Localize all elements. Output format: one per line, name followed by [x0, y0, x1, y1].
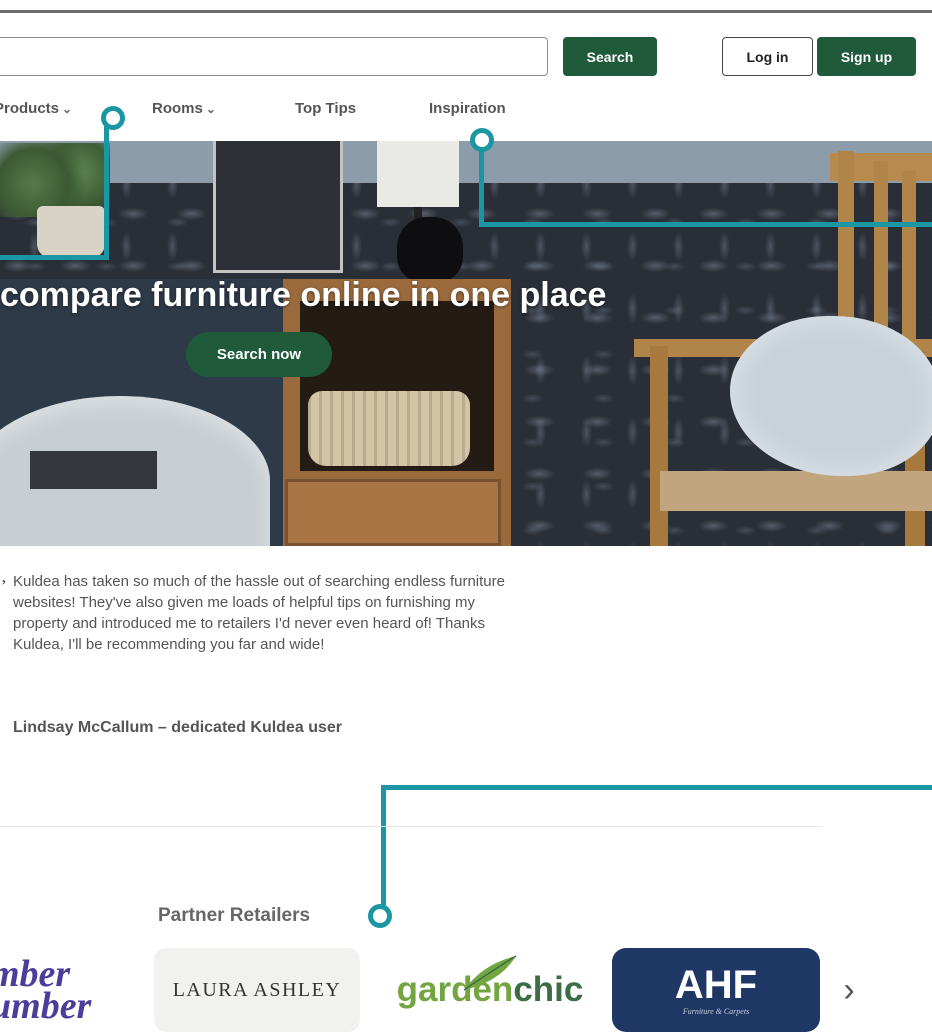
partner-logo-lumber[interactable]: mber umber	[0, 948, 130, 1032]
search-button[interactable]: Search	[563, 37, 657, 76]
hero-books	[30, 451, 157, 489]
nav-item-label: Inspiration	[429, 100, 506, 117]
hero-artwork	[213, 141, 343, 273]
top-rule	[0, 10, 932, 13]
login-button[interactable]: Log in	[722, 37, 813, 76]
hero-banner: compare furniture online in one place Se…	[0, 141, 932, 546]
signup-button[interactable]: Sign up	[817, 37, 916, 76]
nav-item-label: Rooms	[152, 100, 203, 117]
chevron-down-icon: ⌄	[62, 102, 73, 116]
testimonial-author: Lindsay McCallum – dedicated Kuldea user	[13, 719, 342, 736]
hero-basket	[308, 391, 470, 466]
callout-dot	[368, 904, 392, 928]
callout-dot	[101, 106, 125, 130]
hero-sheepskin	[730, 316, 932, 476]
nav-item-top-tips[interactable]: Top Tips	[295, 100, 356, 117]
search-now-button[interactable]: Search now	[186, 332, 332, 377]
testimonial-text: Kuldea has taken so much of the hassle o…	[13, 573, 505, 653]
quote-mark: ,	[2, 570, 6, 586]
hero-drawer	[285, 479, 501, 546]
chevron-down-icon: ⌄	[205, 102, 216, 116]
hero-headline: compare furniture online in one place	[0, 276, 607, 314]
chevron-right-icon[interactable]: ›	[834, 966, 864, 1014]
hero-picture-rail	[0, 141, 932, 183]
logo-text-chic: chic	[513, 970, 584, 1009]
logo-tagline: Furniture & Carpets	[682, 1006, 750, 1016]
callout-line	[0, 255, 109, 260]
callout-line	[479, 149, 484, 227]
callout-line	[381, 785, 932, 790]
partner-logo-laura-ashley[interactable]: LAURA ASHLEY	[154, 948, 360, 1032]
hero-lamp-base	[397, 217, 463, 283]
nav-item-label: Products	[0, 100, 60, 117]
partner-logo-ahf[interactable]: AHF Furniture & Carpets	[612, 948, 820, 1032]
hero-chair-leg	[650, 346, 668, 546]
hero-lamp-shade	[377, 141, 459, 207]
callout-line	[381, 785, 386, 905]
partner-logo-gardenchic[interactable]: garden chic	[385, 948, 595, 1032]
callout-line	[104, 116, 109, 259]
hero-chair-seat	[660, 471, 932, 511]
partner-retailers-title: Partner Retailers	[158, 905, 311, 926]
logo-text: LAURA ASHLEY	[172, 978, 342, 1001]
callout-line	[479, 222, 932, 227]
callout-dot	[470, 128, 494, 152]
nav-item-rooms[interactable]: Rooms ⌄	[152, 100, 216, 117]
section-divider	[0, 826, 822, 827]
hero-plant-pot	[37, 206, 105, 258]
nav-item-label: Top Tips	[295, 100, 357, 117]
leaf-icon	[463, 955, 517, 991]
logo-text: AHF	[674, 962, 758, 1007]
hero-chair-spindle	[902, 171, 916, 351]
nav-item-inspiration[interactable]: Inspiration	[429, 100, 506, 117]
nav-item-products[interactable]: Products ⌄	[0, 100, 72, 117]
logo-text-line: umber	[0, 985, 92, 1027]
search-input[interactable]	[0, 37, 548, 76]
